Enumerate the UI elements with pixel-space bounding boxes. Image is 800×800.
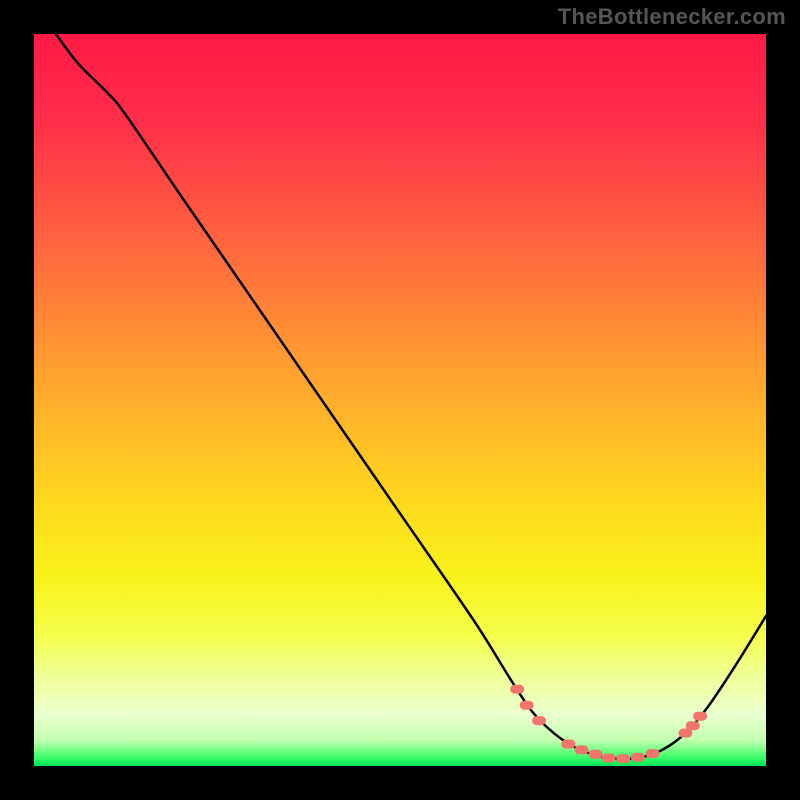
- optimal-marker: [561, 740, 575, 749]
- optimal-marker: [510, 685, 524, 694]
- plot-area: [34, 34, 766, 766]
- optimal-marker: [520, 701, 534, 710]
- optimal-marker: [575, 745, 589, 754]
- gradient-background: [34, 34, 766, 766]
- attribution-label: TheBottlenecker.com: [558, 4, 786, 30]
- optimal-marker: [631, 753, 645, 762]
- optimal-marker: [588, 750, 602, 759]
- optimal-marker: [602, 753, 616, 762]
- optimal-marker: [532, 716, 546, 725]
- optimal-marker: [616, 754, 630, 763]
- chart-container: TheBottlenecker.com: [0, 0, 800, 800]
- optimal-marker: [693, 712, 707, 721]
- bottleneck-chart: [34, 34, 766, 766]
- optimal-marker: [686, 721, 700, 730]
- optimal-marker: [646, 749, 660, 758]
